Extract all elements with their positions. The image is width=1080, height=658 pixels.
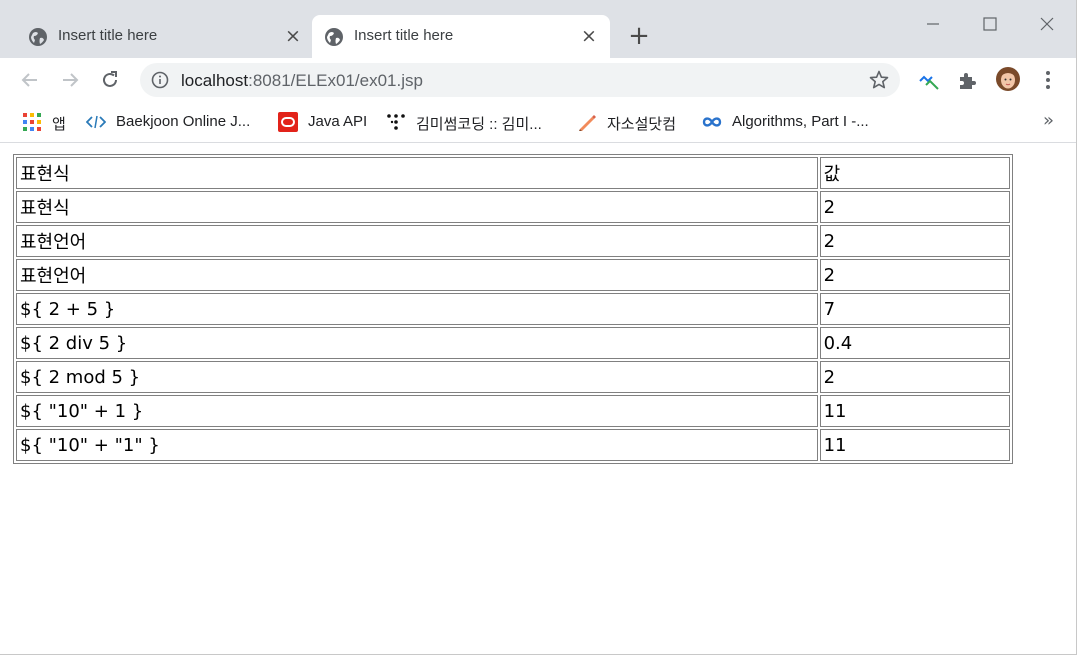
expression-cell: ${ "10" + "1" } (16, 429, 818, 461)
reload-icon[interactable] (98, 68, 122, 92)
value-cell: 2 (819, 225, 1010, 257)
value-cell: 2 (819, 259, 1010, 291)
tab-title: Insert title here (354, 27, 454, 44)
table-row: 표현식 2 (16, 191, 1010, 223)
value-cell: 0.4 (819, 327, 1010, 359)
table-row: 표현언어 2 (16, 225, 1010, 257)
forward-arrow-icon[interactable] (58, 68, 82, 92)
tab-strip: Insert title here × Insert title here × … (0, 0, 1076, 58)
url-host: localhost (181, 71, 249, 90)
table-row: ${ 2 mod 5 } 2 (16, 361, 1010, 393)
value-cell: 11 (819, 429, 1010, 461)
bookmark-label: Java API (308, 113, 368, 130)
new-tab-button[interactable]: + (626, 23, 652, 50)
table-row: ${ "10" + "1" } 11 (16, 429, 1010, 461)
bookmark-label: Baekjoon Online J... (116, 113, 251, 130)
pencil-icon (579, 115, 596, 131)
coursera-infinity-icon (702, 117, 722, 127)
tab-close-icon[interactable]: × (282, 25, 304, 47)
header-cell-expression: 표현식 (16, 157, 818, 189)
bookmark-label: 자소설닷컴 (607, 116, 677, 133)
bookmark-label: Algorithms, Part I -... (732, 113, 869, 130)
apps-grid-icon (23, 113, 41, 131)
profile-avatar-icon[interactable] (995, 66, 1021, 92)
expression-table: 표현식 값 표현식 2 표현언어 2 표현언어 2 ${ 2 + 5 } 7 ${ 2 div … (13, 154, 1013, 464)
extension-check-icon[interactable] (917, 68, 941, 92)
value-cell: 2 (819, 361, 1010, 393)
tab-inactive[interactable]: Insert title here × (16, 15, 314, 58)
info-icon[interactable] (150, 70, 170, 90)
code-brackets-icon (86, 115, 106, 129)
maximize-icon[interactable] (976, 10, 1004, 38)
expression-cell: ${ 2 + 5 } (16, 293, 818, 325)
address-bar[interactable]: localhost:8081/ELEx01/ex01.jsp (140, 63, 900, 97)
tab-active[interactable]: Insert title here × (312, 15, 610, 58)
url-path: :8081/ELEx01/ex01.jsp (248, 71, 423, 90)
page-content: 표현식 값 표현식 2 표현언어 2 표현언어 2 ${ 2 + 5 } 7 ${ 2 div … (0, 143, 1076, 654)
dots-logo-icon (387, 114, 405, 130)
menu-kebab-icon[interactable] (1036, 68, 1060, 92)
table-row: 표현언어 2 (16, 259, 1010, 291)
back-arrow-icon[interactable] (18, 68, 42, 92)
expression-cell: 표현언어 (16, 225, 818, 257)
puzzle-icon[interactable] (956, 68, 980, 92)
window-close-icon[interactable] (1033, 10, 1061, 38)
bookmark-label: 김미썸코딩 :: 김미... (416, 116, 542, 133)
browser-window: Insert title here × Insert title here × … (0, 0, 1077, 655)
table-header-row: 표현식 값 (16, 157, 1010, 189)
bookmark-star-icon[interactable] (868, 69, 890, 91)
oracle-icon (278, 112, 298, 132)
globe-icon (325, 28, 343, 46)
bookmarks-overflow-button[interactable]: » (1043, 110, 1054, 131)
expression-cell: ${ 2 div 5 } (16, 327, 818, 359)
bookmark-label: 앱 (52, 116, 66, 133)
expression-cell: 표현식 (16, 191, 818, 223)
table-row: ${ 2 div 5 } 0.4 (16, 327, 1010, 359)
bookmarks-bar: 앱 Baekjoon Online J... Java API 김미썸코딩 ::… (0, 102, 1076, 143)
url-text[interactable]: localhost:8081/ELEx01/ex01.jsp (181, 71, 423, 91)
value-cell: 7 (819, 293, 1010, 325)
expression-cell: ${ 2 mod 5 } (16, 361, 818, 393)
expression-cell: ${ "10" + 1 } (16, 395, 818, 427)
globe-icon (29, 28, 47, 46)
tab-close-icon[interactable]: × (578, 25, 600, 47)
expression-cell: 표현언어 (16, 259, 818, 291)
table-row: ${ 2 + 5 } 7 (16, 293, 1010, 325)
minimize-icon[interactable] (919, 10, 947, 38)
table-row: ${ "10" + 1 } 11 (16, 395, 1010, 427)
toolbar: localhost:8081/ELEx01/ex01.jsp (0, 58, 1076, 102)
header-cell-value: 값 (819, 157, 1010, 189)
tab-title: Insert title here (58, 27, 158, 44)
value-cell: 11 (819, 395, 1010, 427)
value-cell: 2 (819, 191, 1010, 223)
